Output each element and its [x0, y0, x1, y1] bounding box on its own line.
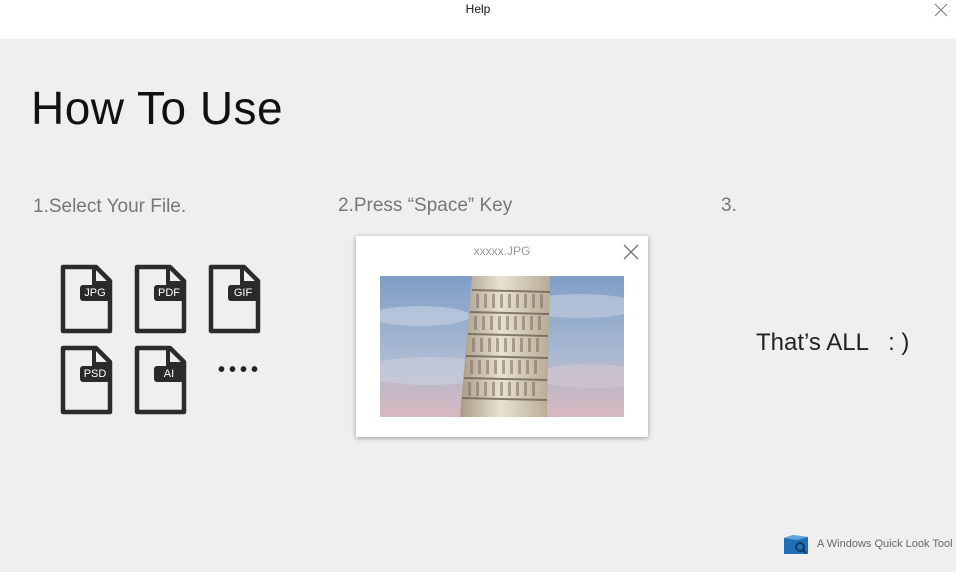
step-2-label: 2.Press “Space” Key [338, 195, 513, 216]
psd-file-icon: PSD [60, 345, 116, 415]
file-type-badge: AI [154, 366, 184, 382]
preview-filename: xxxxx.JPG [473, 244, 531, 258]
file-type-badge: JPG [80, 285, 110, 301]
gif-file-icon: GIF [208, 264, 264, 334]
jpg-file-icon: JPG [60, 264, 116, 334]
done-message: That’s ALL : ) [756, 329, 910, 356]
bottom-border [0, 572, 956, 586]
close-icon[interactable] [622, 243, 640, 261]
preview-window: xxxxx.JPG [356, 236, 648, 437]
page-title: How To Use [31, 82, 284, 134]
close-icon[interactable] [931, 0, 951, 20]
ai-file-icon: AI [134, 345, 190, 415]
tower-photo [380, 276, 624, 417]
step-3-label: 3. [721, 195, 737, 216]
file-type-badge: GIF [228, 285, 258, 301]
help-content: How To Use 1.Select Your File. 2.Press “… [0, 39, 956, 572]
title-bar: Help [0, 0, 956, 39]
brand-text: A Windows Quick Look Tool [817, 538, 953, 550]
file-type-badge: PDF [154, 285, 184, 301]
pdf-file-icon: PDF [134, 264, 190, 334]
more-file-types: •••• [218, 359, 263, 381]
file-type-badge: PSD [80, 366, 110, 382]
step-1-label: 1.Select Your File. [33, 196, 187, 217]
window-title: Help [465, 2, 491, 16]
app-logo-icon [784, 535, 808, 554]
